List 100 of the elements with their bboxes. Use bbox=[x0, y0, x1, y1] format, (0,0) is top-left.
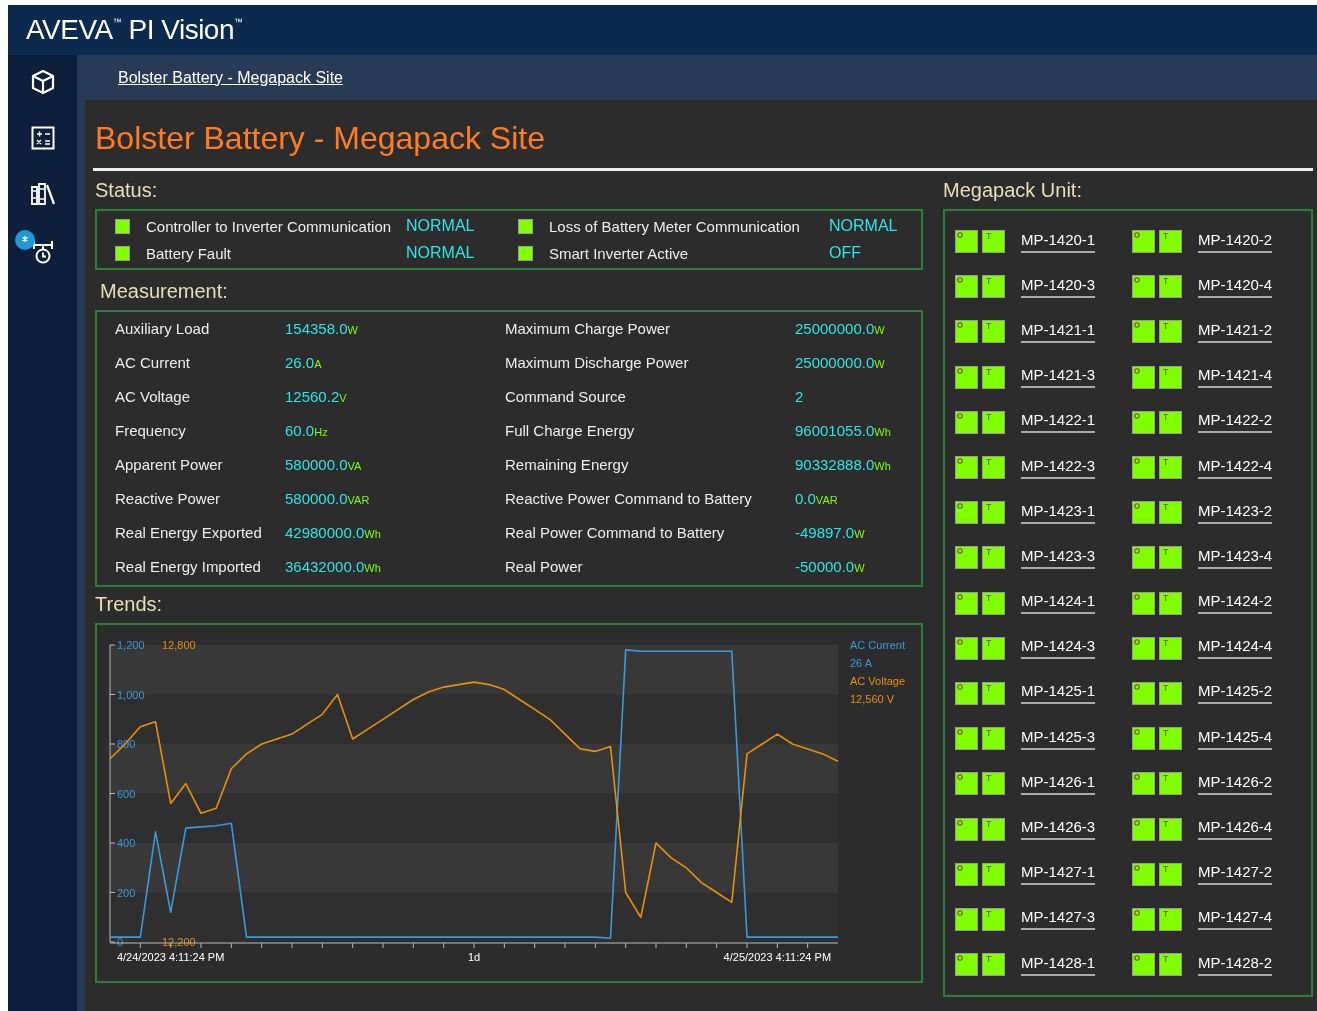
unit-tag: T bbox=[986, 863, 992, 874]
ring-icon bbox=[957, 322, 963, 329]
breadcrumb-link[interactable]: Bolster Battery - Megapack Site bbox=[118, 68, 343, 87]
unit-link[interactable]: MP-1422-3 bbox=[1021, 456, 1096, 479]
unit-link[interactable]: MP-1422-1 bbox=[1021, 411, 1096, 434]
measurement-value: 60.0Hz bbox=[285, 422, 328, 439]
unit-tag: T bbox=[1163, 818, 1169, 829]
ring-icon bbox=[1134, 232, 1140, 239]
ring-icon bbox=[957, 503, 963, 510]
unit-link[interactable]: MP-1424-3 bbox=[1021, 637, 1096, 660]
unit-link[interactable]: MP-1423-3 bbox=[1021, 546, 1096, 569]
unit-tag: T bbox=[1163, 682, 1169, 693]
unit-tag: T bbox=[1163, 592, 1169, 603]
ring-icon bbox=[957, 955, 963, 962]
unit-link[interactable]: MP-1425-4 bbox=[1198, 727, 1273, 750]
unit-link[interactable]: MP-1425-1 bbox=[1021, 682, 1096, 705]
status-value: NORMAL bbox=[829, 217, 898, 235]
unit-link[interactable]: MP-1428-2 bbox=[1198, 953, 1273, 976]
legend-label: AC Current bbox=[850, 639, 906, 651]
unit-link[interactable]: MP-1426-2 bbox=[1198, 772, 1273, 795]
unit-link[interactable]: MP-1424-1 bbox=[1021, 592, 1096, 615]
section-heading: Megapack Unit: bbox=[943, 179, 1083, 201]
unit-link[interactable]: MP-1427-2 bbox=[1198, 863, 1273, 886]
unit-tag: T bbox=[986, 637, 992, 648]
unit-link[interactable]: MP-1420-4 bbox=[1198, 275, 1273, 298]
measurement-value: 580000.0VAR bbox=[285, 490, 370, 507]
ring-icon bbox=[957, 593, 963, 600]
section-heading: Status: bbox=[95, 179, 159, 201]
hierarchy-clock-icon bbox=[31, 238, 54, 264]
unit-link[interactable]: MP-1427-3 bbox=[1021, 908, 1096, 931]
measurement-value: 12560.2V bbox=[285, 388, 347, 405]
unit-link[interactable]: MP-1423-1 bbox=[1021, 501, 1096, 524]
axis-tick-label: 1,000 bbox=[117, 688, 145, 701]
unit-tag: T bbox=[986, 547, 992, 558]
measurement-value: -50000.0W bbox=[795, 558, 865, 575]
unit-tag: T bbox=[986, 411, 992, 422]
axis-tick-label: 12,200 bbox=[162, 936, 196, 948]
ring-icon bbox=[957, 232, 963, 239]
measurement-label: Remaining Energy bbox=[505, 456, 630, 473]
unit-tag: T bbox=[986, 954, 992, 965]
unit-link[interactable]: MP-1428-1 bbox=[1021, 953, 1096, 976]
unit-tag: T bbox=[1163, 547, 1169, 558]
page-title: Bolster Battery - Megapack Site bbox=[95, 119, 546, 158]
unit-link[interactable]: MP-1421-3 bbox=[1021, 366, 1096, 389]
measurement-value: 25000000.0W bbox=[795, 320, 885, 337]
status-label: Smart Inverter Active bbox=[549, 244, 690, 262]
unit-link[interactable]: MP-1426-4 bbox=[1198, 818, 1273, 841]
unit-link[interactable]: MP-1424-4 bbox=[1198, 637, 1273, 660]
ring-icon bbox=[1134, 638, 1140, 645]
unit-link[interactable]: MP-1420-3 bbox=[1021, 275, 1096, 298]
unit-tag: T bbox=[1163, 728, 1169, 739]
unit-link[interactable]: MP-1427-4 bbox=[1198, 908, 1273, 931]
ring-icon bbox=[1134, 458, 1140, 465]
unit-tag: T bbox=[986, 502, 992, 513]
ring-icon bbox=[1134, 955, 1140, 962]
axis-tick-label: 12,800 bbox=[162, 639, 196, 651]
unit-link[interactable]: MP-1425-3 bbox=[1021, 727, 1096, 750]
measurement-label: Command Source bbox=[505, 388, 627, 405]
ring-icon bbox=[957, 638, 963, 645]
axis-tick-label: 600 bbox=[117, 787, 136, 800]
measurement-value: 42980000.0Wh bbox=[285, 524, 381, 541]
unit-tag: T bbox=[986, 321, 992, 332]
axis-tick-label: 200 bbox=[117, 886, 136, 899]
unit-link[interactable]: MP-1422-4 bbox=[1198, 456, 1273, 479]
legend-reading: 12,560 V bbox=[850, 693, 895, 705]
unit-link[interactable]: MP-1425-2 bbox=[1198, 682, 1273, 705]
unit-link[interactable]: MP-1421-1 bbox=[1021, 320, 1096, 343]
status-label: Battery Fault bbox=[146, 244, 233, 262]
measurement-label: Real Power bbox=[505, 558, 584, 575]
measurement-label: AC Current bbox=[115, 354, 192, 371]
ring-icon bbox=[957, 774, 963, 781]
unit-link[interactable]: MP-1420-1 bbox=[1021, 230, 1096, 253]
status-label: Loss of Battery Meter Communication bbox=[549, 217, 801, 235]
measurement-label: Real Power Command to Battery bbox=[505, 524, 726, 541]
axis-tick-label: 400 bbox=[117, 837, 136, 849]
unit-tag: T bbox=[1163, 231, 1169, 242]
unit-link[interactable]: MP-1420-2 bbox=[1198, 230, 1273, 253]
unit-link[interactable]: MP-1427-1 bbox=[1021, 863, 1096, 886]
app-logo: AVEVA$^{™}$ PI Vision$^{™}$ bbox=[26, 14, 243, 46]
unit-tag: T bbox=[1163, 366, 1169, 377]
axis-tick-label: 0 bbox=[117, 936, 124, 948]
unit-link[interactable]: MP-1423-4 bbox=[1198, 546, 1273, 569]
unit-link[interactable]: MP-1423-2 bbox=[1198, 501, 1273, 524]
legend-reading: 26 A bbox=[850, 657, 873, 669]
books-icon bbox=[29, 182, 56, 206]
ring-icon bbox=[1134, 593, 1140, 600]
unit-tag: T bbox=[986, 592, 992, 603]
unit-link[interactable]: MP-1421-2 bbox=[1198, 320, 1273, 343]
unit-link[interactable]: MP-1421-4 bbox=[1198, 366, 1273, 389]
measurement-value: -49897.0W bbox=[795, 524, 865, 541]
measurement-label: Reactive Power Command to Battery bbox=[505, 490, 753, 507]
ring-icon bbox=[957, 548, 963, 555]
unit-link[interactable]: MP-1426-1 bbox=[1021, 772, 1096, 795]
unit-link[interactable]: MP-1426-3 bbox=[1021, 818, 1096, 841]
measurement-value: 25000000.0W bbox=[795, 354, 885, 371]
unit-tag: T bbox=[986, 682, 992, 693]
ring-icon bbox=[1134, 503, 1140, 510]
unit-link[interactable]: MP-1422-2 bbox=[1198, 411, 1273, 434]
unit-link[interactable]: MP-1424-2 bbox=[1198, 592, 1273, 615]
ring-icon bbox=[1134, 322, 1140, 329]
